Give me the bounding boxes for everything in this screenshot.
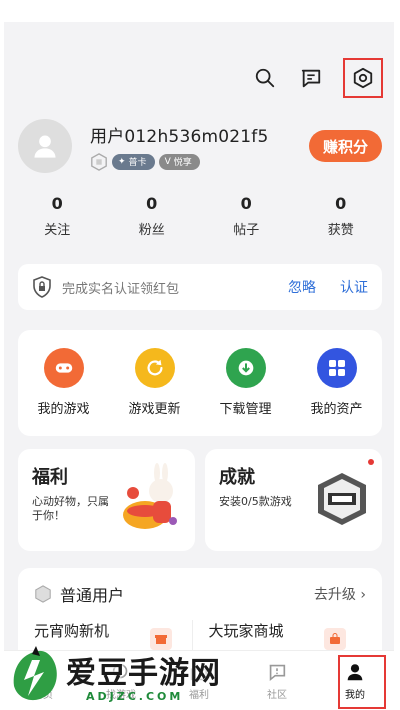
top-toolbar bbox=[251, 58, 383, 98]
stat-value: 0 bbox=[240, 194, 252, 213]
watermark: 爱豆手游网 ADJZC.COM bbox=[6, 646, 256, 710]
stat-label: 帖子 bbox=[233, 223, 260, 238]
membership-title: 普通用户 bbox=[60, 586, 125, 605]
card-badge-icon: ✦ bbox=[118, 156, 126, 167]
earn-points-button[interactable]: 赚积分 bbox=[308, 130, 382, 162]
perk-title: 元宵购新机 bbox=[34, 622, 110, 640]
game-updates-item[interactable]: 游戏更新 bbox=[109, 348, 200, 436]
vip-badge[interactable]: V 悦享 bbox=[158, 153, 200, 170]
settings-icon bbox=[349, 64, 377, 92]
quick-label: 我的游戏 bbox=[37, 402, 90, 417]
quick-label: 我的资产 bbox=[310, 402, 363, 417]
message-icon[interactable] bbox=[297, 64, 325, 92]
achievement-subtitle: 安装0/5款游戏 bbox=[219, 495, 292, 508]
welfare-card[interactable]: 福利 心动好物，只属于你！ bbox=[18, 449, 195, 551]
user-info: 用户012h536m021f5 ✦ 普卡 V 悦享 bbox=[90, 122, 309, 171]
grid-icon bbox=[316, 348, 357, 388]
verify-text: 完成实名认证领红包 bbox=[62, 281, 180, 297]
feature-cards: 福利 心动好物，只属于你！ 成就 安装0/5款游戏 bbox=[18, 449, 382, 551]
shield-lock-icon bbox=[33, 276, 51, 298]
stat-following[interactable]: 0 关注 bbox=[10, 194, 105, 238]
achievement-card[interactable]: 成就 安装0/5款游戏 bbox=[205, 449, 382, 551]
membership-header: 普通用户 去升级 › bbox=[34, 582, 366, 606]
username[interactable]: 用户012h536m021f5 bbox=[90, 122, 309, 147]
vip-badge-icon: V bbox=[164, 156, 171, 167]
my-games-item[interactable]: 我的游戏 bbox=[18, 348, 109, 436]
profile-screen: 用户012h536m021f5 ✦ 普卡 V 悦享 赚积分 0 关注 0 粉丝 bbox=[4, 22, 394, 710]
achievement-badge-icon bbox=[318, 473, 366, 525]
stat-likes[interactable]: 0 获赞 bbox=[294, 194, 389, 238]
upgrade-link[interactable]: 去升级 › bbox=[314, 584, 366, 604]
stat-posts[interactable]: 0 帖子 bbox=[199, 194, 294, 238]
level-hex-icon[interactable] bbox=[90, 152, 108, 171]
quick-label: 游戏更新 bbox=[128, 402, 181, 417]
community-icon bbox=[269, 664, 286, 681]
quick-label: 下载管理 bbox=[219, 402, 272, 417]
perk-title: 大玩家商城 bbox=[208, 622, 284, 640]
user-silhouette-icon bbox=[34, 135, 56, 158]
stat-label: 关注 bbox=[44, 223, 71, 238]
highlight-box bbox=[338, 655, 386, 709]
verify-button[interactable]: 认证 bbox=[340, 277, 368, 297]
card-badge[interactable]: ✦ 普卡 bbox=[112, 153, 155, 170]
notification-dot bbox=[368, 459, 374, 465]
stats-row: 0 关注 0 粉丝 0 帖子 0 获赞 bbox=[10, 194, 388, 238]
stat-value: 0 bbox=[51, 194, 63, 213]
avatar[interactable] bbox=[18, 119, 72, 173]
stat-value: 0 bbox=[146, 194, 158, 213]
download-icon bbox=[225, 348, 266, 388]
stat-fans[interactable]: 0 粉丝 bbox=[105, 194, 200, 238]
tab-label: 社区 bbox=[267, 689, 287, 701]
watermark-domain: ADJZC.COM bbox=[86, 690, 184, 703]
chevron-right-icon: › bbox=[360, 587, 366, 603]
profile-header: 用户012h536m021f5 ✦ 普卡 V 悦享 赚积分 bbox=[18, 118, 382, 174]
settings-button[interactable] bbox=[343, 58, 383, 98]
member-level-icon bbox=[35, 585, 51, 603]
upgrade-label: 去升级 bbox=[313, 587, 356, 603]
stat-value: 0 bbox=[335, 194, 347, 213]
card-badge-label: 普卡 bbox=[128, 158, 147, 168]
shopping-bag-icon bbox=[324, 628, 346, 650]
my-assets-item[interactable]: 我的资产 bbox=[291, 348, 382, 436]
search-icon[interactable] bbox=[251, 64, 279, 92]
stat-label: 粉丝 bbox=[138, 223, 165, 238]
quick-actions: 我的游戏 游戏更新 下载管理 我的资产 bbox=[18, 330, 382, 436]
verify-banner: 完成实名认证领红包 忽略 认证 bbox=[18, 264, 382, 310]
welfare-subtitle: 心动好物，只属于你！ bbox=[32, 495, 109, 522]
rabbit-gift-illustration bbox=[123, 463, 177, 529]
gamepad-icon bbox=[43, 348, 84, 388]
watermark-logo bbox=[13, 646, 57, 701]
phone-frame: 用户012h536m021f5 ✦ 普卡 V 悦享 赚积分 0 关注 0 粉丝 bbox=[0, 0, 400, 710]
download-manager-item[interactable]: 下载管理 bbox=[200, 348, 291, 436]
stat-label: 获赞 bbox=[327, 223, 354, 238]
badge-row: ✦ 普卡 V 悦享 bbox=[90, 152, 309, 171]
refresh-icon bbox=[134, 348, 175, 388]
ignore-button[interactable]: 忽略 bbox=[288, 277, 316, 297]
watermark-name: 爱豆手游网 bbox=[66, 656, 221, 691]
vip-badge-label: 悦享 bbox=[173, 158, 192, 168]
